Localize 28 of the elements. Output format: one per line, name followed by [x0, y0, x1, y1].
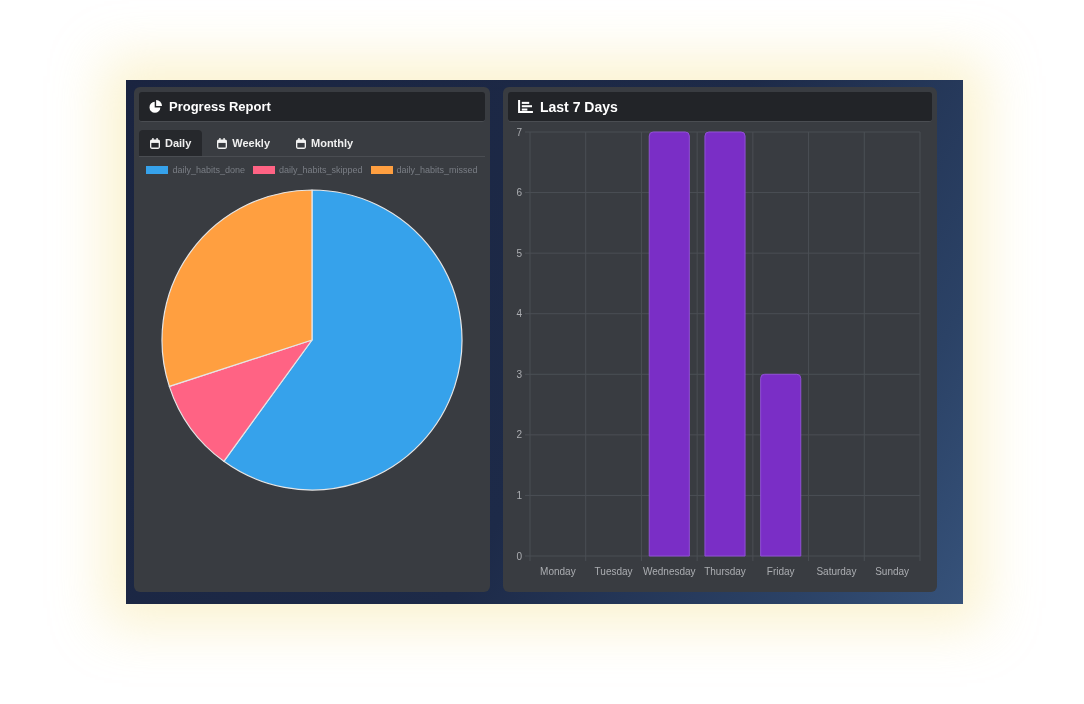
x-axis-label: Thursday	[704, 566, 746, 577]
x-axis-label: Saturday	[816, 566, 857, 577]
period-tab[interactable]: Weekly	[206, 130, 281, 156]
period-tab[interactable]: Daily	[139, 130, 203, 156]
legend-label: daily_habits_missed	[396, 165, 478, 175]
bar-chart-icon	[518, 100, 533, 113]
legend-label: daily_habits_done	[172, 165, 245, 175]
period-tab[interactable]: Monthly	[285, 130, 365, 156]
y-axis-label: 5	[516, 247, 522, 259]
y-axis-label: 6	[516, 187, 522, 199]
legend-label: daily_habits_skipped	[278, 165, 363, 175]
y-axis-label: 4	[516, 308, 522, 320]
x-axis-label: Wednesday	[642, 566, 696, 577]
y-axis-label: 2	[516, 429, 522, 441]
y-axis-label: 3	[516, 368, 522, 380]
x-axis-label: Tuesday	[594, 566, 633, 577]
x-axis-label: Sunday	[875, 566, 910, 577]
calendar-icon	[150, 137, 160, 149]
panel-title: Progress Report	[169, 99, 271, 114]
y-axis-label: 0	[516, 550, 522, 562]
x-axis-label: Friday	[766, 566, 795, 577]
y-axis-label: 7	[516, 126, 522, 138]
y-axis-label: 1	[516, 489, 522, 501]
calendar-icon	[217, 137, 228, 149]
x-axis-label: Monday	[540, 566, 576, 577]
pie-chart-icon	[149, 100, 162, 113]
panel-title: Last 7 Days	[540, 98, 618, 115]
calendar-icon	[296, 137, 306, 149]
